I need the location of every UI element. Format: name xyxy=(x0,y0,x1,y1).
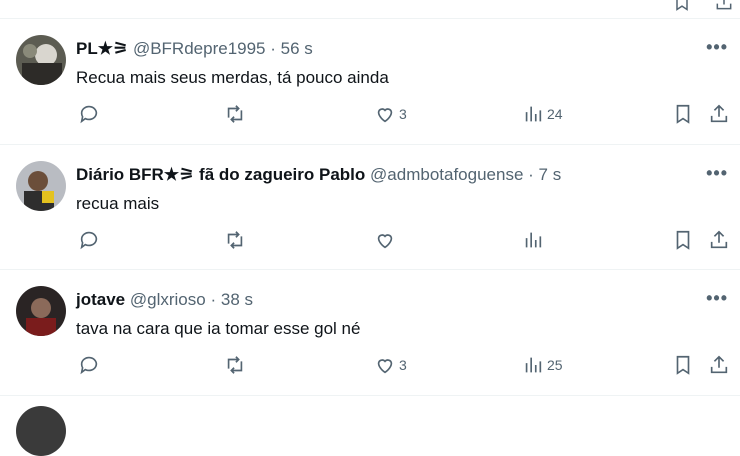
separator: · xyxy=(270,39,276,58)
more-icon[interactable]: ••• xyxy=(706,37,728,58)
tweet-text: tava na cara que ia tomar esse gol né xyxy=(76,319,361,338)
share-icon xyxy=(710,104,728,123)
tweet-card[interactable]: Diário BFR★⚞ fã do zagueiro Pablo @admbo… xyxy=(0,145,740,270)
heart-icon xyxy=(377,234,393,249)
tweet-card[interactable]: jotave @glxrioso · 38 s ••• tava na cara… xyxy=(0,270,740,396)
retweet-button[interactable] xyxy=(224,103,246,125)
separator: · xyxy=(528,165,534,184)
retweet-icon xyxy=(227,105,243,123)
views-icon xyxy=(525,357,542,373)
reply-icon xyxy=(80,231,98,250)
like-button[interactable] xyxy=(374,229,399,251)
user-handle[interactable]: @glxrioso xyxy=(130,290,206,309)
more-icon[interactable]: ••• xyxy=(706,288,728,309)
previous-tweet-edge xyxy=(0,0,740,19)
tweet-actions xyxy=(0,229,740,253)
avatar[interactable] xyxy=(16,161,66,211)
retweet-button[interactable] xyxy=(224,229,246,251)
like-count: 3 xyxy=(399,357,407,373)
bookmark-button[interactable] xyxy=(672,354,694,376)
bookmark-button[interactable] xyxy=(672,229,694,251)
bookmark-button[interactable] xyxy=(672,103,694,125)
reply-button[interactable] xyxy=(78,103,100,125)
tweet-text: Recua mais seus merdas, tá pouco ainda xyxy=(76,68,389,87)
separator: · xyxy=(210,290,217,309)
views-icon xyxy=(525,232,542,248)
tweet-text: recua mais xyxy=(76,194,160,213)
views-icon xyxy=(525,106,542,122)
share-icon xyxy=(710,230,728,249)
share-button[interactable] xyxy=(708,103,730,125)
reply-icon xyxy=(80,105,98,124)
tweet-header: jotave @glxrioso · 38 s xyxy=(76,290,253,310)
avatar[interactable] xyxy=(16,286,66,336)
retweet-icon xyxy=(227,231,243,249)
share-button[interactable] xyxy=(708,229,730,251)
heart-icon xyxy=(377,108,393,123)
tweet-actions: 3 24 xyxy=(0,103,740,127)
like-button[interactable]: 3 xyxy=(374,103,407,125)
reply-icon xyxy=(80,356,98,375)
view-count: 25 xyxy=(547,357,563,373)
views-button[interactable]: 25 xyxy=(522,354,563,376)
avatar[interactable] xyxy=(16,406,66,456)
tweet-actions: 3 25 xyxy=(0,354,740,378)
bookmark-icon[interactable] xyxy=(672,0,692,17)
retweet-icon xyxy=(227,356,243,374)
reply-button[interactable] xyxy=(78,229,100,251)
user-handle[interactable]: @BFRdepre1995 xyxy=(133,39,266,58)
view-count: 24 xyxy=(547,106,563,122)
reply-button[interactable] xyxy=(78,354,100,376)
like-count: 3 xyxy=(399,106,407,122)
more-icon[interactable]: ••• xyxy=(706,163,728,184)
tweet-card[interactable]: PL★⚞ @BFRdepre1995 · 56 s ••• Recua mais… xyxy=(0,19,740,145)
like-button[interactable]: 3 xyxy=(374,354,407,376)
avatar[interactable] xyxy=(16,35,66,85)
timestamp[interactable]: 56 s xyxy=(281,39,313,58)
retweet-button[interactable] xyxy=(224,354,246,376)
bookmark-icon xyxy=(676,355,690,375)
bookmark-icon xyxy=(676,104,690,124)
share-icon[interactable] xyxy=(714,0,734,17)
display-name[interactable]: PL★⚞ xyxy=(76,39,128,58)
share-button[interactable] xyxy=(708,354,730,376)
user-handle[interactable]: @admbotafoguense xyxy=(370,165,523,184)
display-name[interactable]: Diário BFR★⚞ fã do zagueiro Pablo xyxy=(76,165,365,184)
timestamp[interactable]: 7 s xyxy=(539,165,562,184)
views-button[interactable] xyxy=(522,229,547,251)
timestamp[interactable]: 38 s xyxy=(221,290,253,309)
bookmark-icon xyxy=(676,230,690,250)
tweet-header: Diário BFR★⚞ fã do zagueiro Pablo @admbo… xyxy=(76,165,561,185)
views-button[interactable]: 24 xyxy=(522,103,563,125)
display-name[interactable]: jotave xyxy=(76,290,125,309)
tweet-header: PL★⚞ @BFRdepre1995 · 56 s xyxy=(76,39,313,59)
share-icon xyxy=(710,355,728,374)
heart-icon xyxy=(377,359,393,374)
